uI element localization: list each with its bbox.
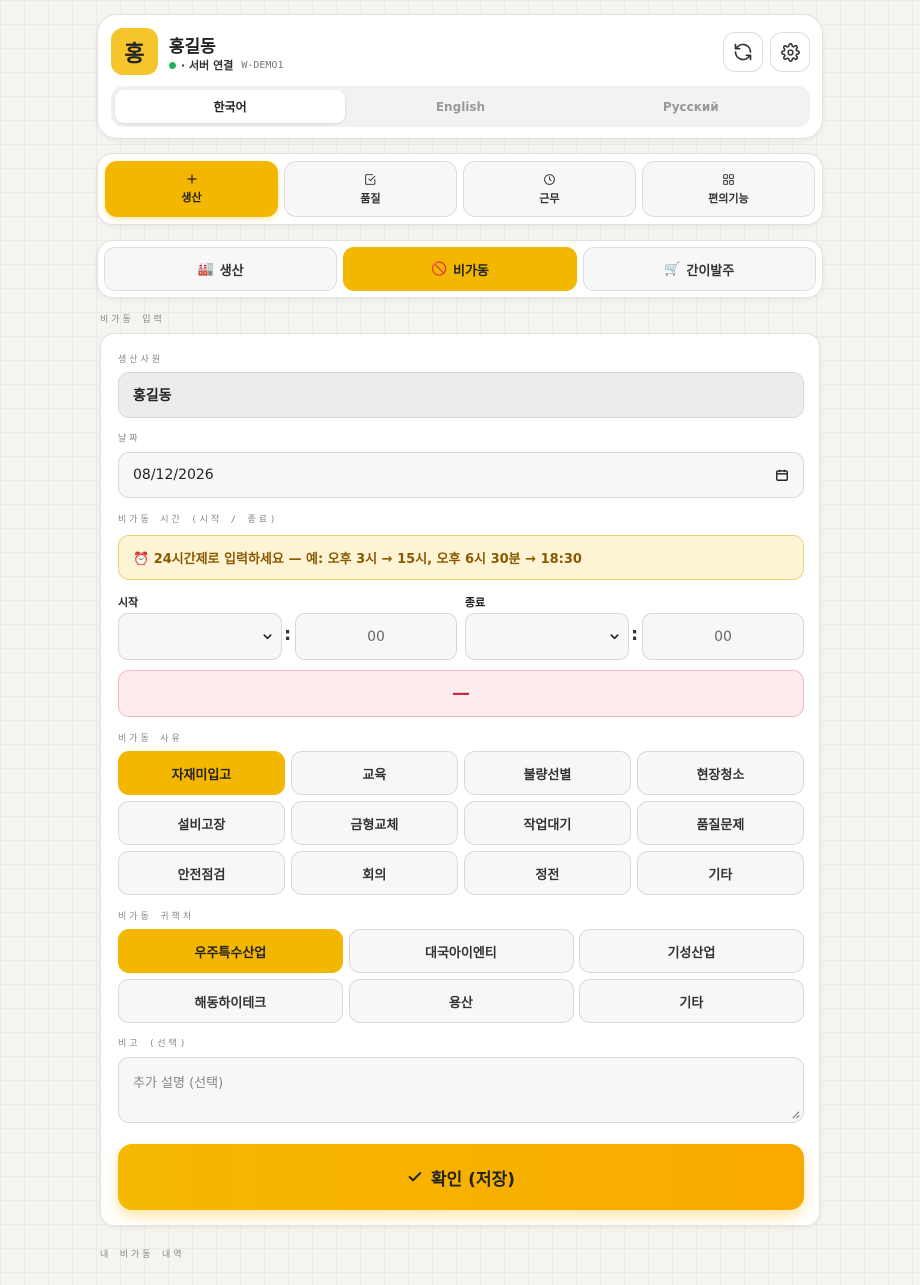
avatar: 홍	[111, 28, 158, 75]
reason-option[interactable]: 현장청소	[637, 751, 804, 795]
responsible-option[interactable]: 우주특수산업	[118, 929, 343, 973]
lang-tab-ru[interactable]: Русский	[576, 90, 806, 123]
start-minute-input[interactable]: 00	[295, 613, 457, 660]
gear-icon	[780, 42, 800, 62]
server-status: · 서버 연결 W-DEMO1	[169, 57, 283, 73]
user-name: 홍길동	[169, 37, 216, 57]
date-label: 날짜	[118, 434, 141, 444]
cart-icon: 🛒	[664, 261, 681, 277]
nav-work[interactable]: 근무	[463, 161, 636, 217]
refresh-icon	[734, 43, 752, 61]
factory-icon: 🏭	[197, 261, 214, 277]
start-hour-select[interactable]	[118, 613, 282, 660]
nav-production-label: 생산	[181, 191, 202, 204]
duration-display: —	[118, 670, 804, 717]
reason-option[interactable]: 설비고장	[118, 801, 285, 845]
worker-label: 생산사원	[118, 355, 164, 365]
subtab-downtime[interactable]: 🚫 비가동	[343, 247, 577, 291]
lang-tab-en[interactable]: English	[345, 90, 575, 123]
reason-option[interactable]: 안전점검	[118, 851, 285, 895]
downtime-form: 생산사원 홍길동 날짜 08/12/2026 비가동 시간 (시작 / 종료) …	[100, 333, 820, 1226]
subtab-production-label: 생산	[219, 263, 244, 279]
check-icon	[408, 1172, 422, 1182]
refresh-button[interactable]	[723, 32, 763, 72]
prohibited-icon: 🚫	[430, 261, 448, 277]
end-minute-input[interactable]: 00	[642, 613, 804, 660]
subtab-quick-order[interactable]: 🛒 간이발주	[582, 247, 816, 291]
reason-option[interactable]: 작업대기	[464, 801, 631, 845]
nav-work-label: 근무	[539, 191, 560, 205]
plus-icon	[186, 174, 197, 184]
calendar-icon	[776, 469, 788, 481]
submit-button[interactable]: 확인 (저장)	[118, 1144, 804, 1210]
responsible-label: 비가동 귀책처	[118, 912, 195, 922]
nav-quality-label: 품질	[360, 191, 381, 205]
nav-production[interactable]: 생산	[105, 161, 278, 217]
date-value: 08/12/2026	[133, 467, 214, 483]
language-selector: 한국어 English Русский	[111, 86, 810, 127]
responsible-option[interactable]: 용산	[348, 979, 574, 1023]
settings-button[interactable]	[770, 32, 810, 72]
status-dot-icon	[169, 61, 176, 69]
nav-convenience[interactable]: 편의기능	[642, 161, 815, 217]
reason-option[interactable]: 자재미입고	[118, 751, 285, 795]
date-field[interactable]: 08/12/2026	[118, 452, 804, 498]
sub-nav: 🏭 생산 🚫 비가동 🛒 간이발주	[97, 240, 823, 298]
nav-quality[interactable]: 품질	[284, 161, 457, 217]
subtab-downtime-label: 비가동	[453, 263, 490, 279]
start-label: 시작	[118, 596, 139, 609]
chevron-down-icon	[263, 634, 272, 640]
reason-option[interactable]: 회의	[291, 851, 458, 895]
responsible-option[interactable]: 기성산업	[579, 929, 804, 973]
end-hour-select[interactable]	[465, 613, 629, 660]
start-colon: :	[284, 624, 292, 645]
end-label: 종료	[465, 596, 486, 609]
resize-handle-icon[interactable]	[791, 1110, 800, 1119]
nav-convenience-label: 편의기능	[708, 191, 749, 205]
reason-option[interactable]: 정전	[464, 851, 631, 895]
reason-option[interactable]: 불량선별	[464, 751, 631, 795]
end-colon: :	[631, 624, 639, 645]
lang-tab-ko[interactable]: 한국어	[115, 90, 346, 123]
note-label: 비고 (선택)	[118, 1039, 189, 1049]
checkbox-icon	[365, 173, 376, 185]
chevron-down-icon	[610, 634, 619, 640]
reason-label: 비가동 사유	[118, 734, 183, 744]
clock-icon	[544, 173, 555, 185]
responsible-option[interactable]: 기타	[579, 979, 804, 1023]
time-section-label: 비가동 시간 (시작 / 종료)	[118, 515, 279, 525]
responsible-option[interactable]: 대국아이엔티	[348, 929, 574, 973]
responsible-option[interactable]: 해동하이테크	[118, 979, 343, 1023]
subtab-production[interactable]: 🏭 생산	[104, 247, 338, 291]
reason-option[interactable]: 교육	[291, 751, 458, 795]
grid-icon	[723, 173, 734, 185]
worker-id: W-DEMO1	[241, 59, 284, 71]
history-title: 내 비가동 내역	[100, 1250, 185, 1260]
section-title: 비가동 입력	[100, 315, 165, 325]
time-notice: ⏰ 24시간제로 입력하세요 — 예: 오후 3시 → 15시, 오후 6시 3…	[118, 535, 804, 580]
note-textarea[interactable]: 추가 설명 (선택)	[118, 1057, 804, 1123]
submit-label: 확인 (저장)	[430, 1169, 516, 1190]
subtab-quick-order-label: 간이발주	[686, 263, 735, 279]
main-nav: 생산 품질 근무 편의기능	[97, 153, 823, 225]
reason-option[interactable]: 기타	[637, 851, 804, 895]
reason-option[interactable]: 금형교체	[291, 801, 458, 845]
status-text: · 서버 연결	[181, 59, 234, 72]
header-card: 홍 홍길동 · 서버 연결 W-DEMO1 한국어 English Русски…	[97, 14, 823, 139]
reason-option[interactable]: 품질문제	[637, 801, 804, 845]
worker-field: 홍길동	[118, 372, 804, 418]
